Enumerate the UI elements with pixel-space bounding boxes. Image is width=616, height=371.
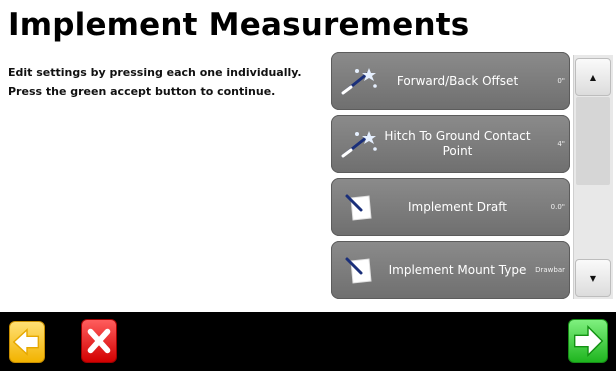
triangle-down-icon: ▼ <box>589 273 597 283</box>
setting-label: Forward/Back Offset <box>396 73 519 88</box>
instruction-text-2: Press the green accept button to continu… <box>8 85 276 98</box>
back-arrow-icon <box>12 328 40 356</box>
scroll-thumb[interactable] <box>576 97 610 185</box>
footer-bar <box>0 312 616 371</box>
draft-pen-icon <box>339 190 379 224</box>
cancel-button[interactable] <box>81 319 117 363</box>
instructions: Edit settings by pressing each one indiv… <box>8 66 308 104</box>
accept-button[interactable] <box>568 319 608 363</box>
mount-pen-icon <box>339 253 379 287</box>
page-title: Implement Measurements <box>0 0 616 50</box>
cancel-x-icon <box>87 328 111 354</box>
scroll-down-button[interactable]: ▼ <box>575 259 611 297</box>
measurement-wand-icon <box>339 64 379 98</box>
scroll-up-button[interactable]: ▲ <box>575 58 611 96</box>
measurement-wand-icon <box>339 127 379 161</box>
hitch-to-ground-contact-point-button[interactable]: Hitch To Ground Contact Point 4" <box>331 115 570 173</box>
accept-arrow-icon <box>573 325 604 357</box>
implement-mount-type-button[interactable]: Implement Mount Type Drawbar <box>331 241 570 299</box>
setting-label: Implement Draft <box>407 199 507 214</box>
implement-draft-button[interactable]: Implement Draft 0.0" <box>331 178 570 236</box>
instruction-text-1: Edit settings by pressing each one indiv… <box>8 66 302 79</box>
setting-label: Hitch To Ground Contact Point <box>384 129 531 158</box>
setting-label: Implement Mount Type <box>388 262 527 277</box>
setting-value: 4" <box>557 140 565 148</box>
setting-value: 0" <box>557 77 565 85</box>
triangle-up-icon: ▲ <box>589 72 597 82</box>
setting-value: 0.0" <box>550 203 565 211</box>
setting-value: Drawbar <box>535 266 565 274</box>
forward-back-offset-button[interactable]: Forward/Back Offset 0" <box>331 52 570 110</box>
back-button[interactable] <box>9 321 45 363</box>
